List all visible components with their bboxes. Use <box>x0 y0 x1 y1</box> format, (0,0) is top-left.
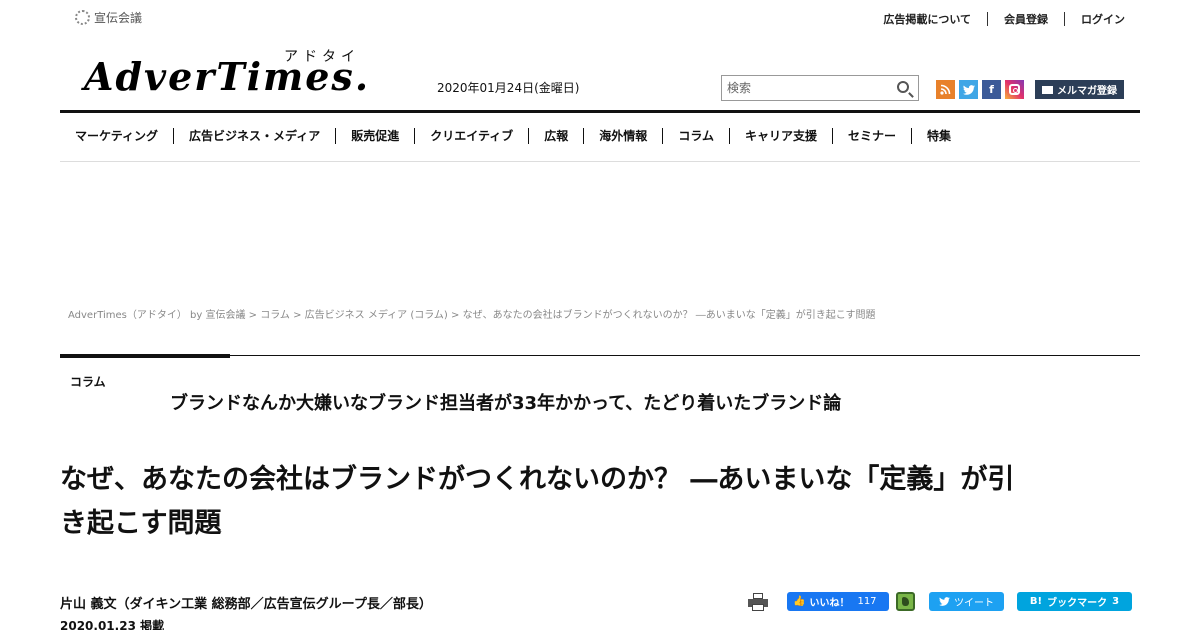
hatena-label: ブックマーク <box>1047 598 1108 609</box>
nav-item-feature[interactable]: 特集 <box>912 128 966 144</box>
twitter-bird-icon <box>939 597 950 606</box>
nav-item-creative[interactable]: クリエイティブ <box>415 128 530 144</box>
search-icon[interactable] <box>897 81 909 93</box>
nav-item-sales-promotion[interactable]: 販売促進 <box>336 128 416 144</box>
author-byline: 片山 義文（ダイキン工業 総務部／広告宣伝グループ長／部長） <box>60 597 432 612</box>
nav-item-overseas[interactable]: 海外情報 <box>584 128 664 144</box>
newsletter-button[interactable]: メルマガ登録 <box>1035 80 1124 99</box>
hatena-icon: B! <box>1029 596 1043 607</box>
divider <box>1064 12 1065 26</box>
logo-word: AdverTimes. <box>84 54 371 99</box>
search-input[interactable] <box>722 76 887 100</box>
divider <box>987 12 988 26</box>
hatena-bookmark-button[interactable]: B! ブックマーク 3 <box>1017 592 1132 611</box>
article-title: なぜ、あなたの会社はブランドがつくれないのか？ ―あいまいな「定義」が引き起こす… <box>60 464 1015 539</box>
nav-bottom-rule <box>60 161 1140 162</box>
sender-logo[interactable]: 宣伝会議 <box>75 9 142 26</box>
social-links: f <box>936 80 1024 99</box>
instagram-icon[interactable] <box>1005 80 1024 99</box>
nav-item-seminar[interactable]: セミナー <box>833 128 912 144</box>
site-logo[interactable]: アドタイ AdverTimes. <box>84 48 394 99</box>
fb-like-label: いいね！ <box>809 598 850 609</box>
posted-date: 2020.01.23 掲載 <box>60 619 165 630</box>
nav-item-marketing[interactable]: マーケティング <box>60 128 175 144</box>
breadcrumb[interactable]: AdverTimes（アドタイ） by 宣伝会議 > コラム > 広告ビジネス … <box>68 306 876 321</box>
rss-icon[interactable] <box>936 80 955 99</box>
category-label[interactable]: コラム <box>70 373 106 390</box>
hatena-count: 3 <box>1112 596 1120 607</box>
facebook-like-button[interactable]: 👍 いいね！ 117 <box>787 592 889 611</box>
thumbs-up-icon: 👍 <box>793 596 806 607</box>
search-box <box>721 75 919 101</box>
nav-item-column[interactable]: コラム <box>663 128 730 144</box>
tweet-button[interactable]: ツイート <box>929 592 1004 611</box>
current-date: 2020年01月24日(金曜日) <box>437 81 580 95</box>
print-icon[interactable] <box>748 593 768 611</box>
tweet-label: ツイート <box>954 598 994 609</box>
newsletter-label: メルマガ登録 <box>1057 86 1117 97</box>
nav-item-career[interactable]: キャリア支援 <box>730 128 833 144</box>
article-rule-accent <box>60 354 230 358</box>
nav-top-rule <box>60 110 1140 113</box>
register-link[interactable]: 会員登録 <box>1004 11 1048 27</box>
sendenkaigi-logo-icon <box>75 10 90 25</box>
evernote-icon[interactable] <box>896 592 915 611</box>
series-title[interactable]: ブランドなんか大嫌いなブランド担当者が33年かかって、たどり着いたブランド論 <box>170 389 841 415</box>
fb-like-count: 117 <box>857 596 877 607</box>
nav-item-pr[interactable]: 広報 <box>529 128 585 144</box>
nav-item-ad-business-media[interactable]: 広告ビジネス・メディア <box>174 128 337 144</box>
main-nav: マーケティング 広告ビジネス・メディア 販売促進 クリエイティブ 広報 海外情報… <box>60 128 1140 144</box>
login-link[interactable]: ログイン <box>1081 11 1125 27</box>
ad-info-link[interactable]: 広告掲載について <box>883 11 971 27</box>
twitter-icon[interactable] <box>959 80 978 99</box>
mail-icon <box>1042 85 1053 94</box>
facebook-icon[interactable]: f <box>982 80 1001 99</box>
utility-nav: 広告掲載について 会員登録 ログイン <box>883 11 1125 27</box>
sender-name: 宣伝会議 <box>94 11 143 25</box>
